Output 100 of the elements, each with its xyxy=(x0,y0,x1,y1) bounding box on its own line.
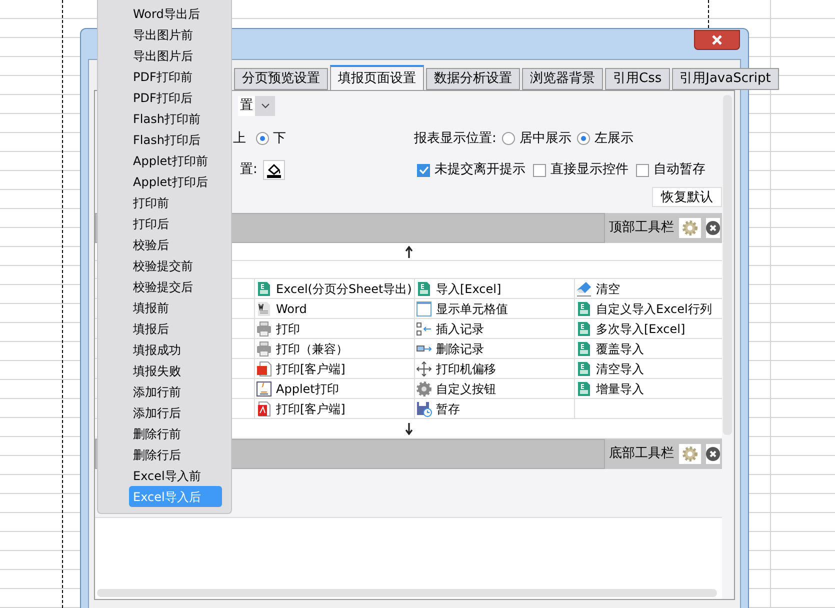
toolbar-option[interactable]: 导入[Excel] xyxy=(416,280,502,298)
top-toolbar-label: 顶部工具栏 xyxy=(609,219,674,238)
tab[interactable]: 浏览器背景 xyxy=(522,68,603,90)
menu-item[interactable]: 校验提交前 xyxy=(129,255,222,276)
fill-color-button[interactable] xyxy=(263,160,286,180)
toolbar-option[interactable]: Word xyxy=(256,300,307,318)
move-arrows-icon xyxy=(416,360,432,376)
menu-item[interactable]: 删除行后 xyxy=(129,444,222,465)
menu-item[interactable]: Applet打印后 xyxy=(129,171,222,192)
menu-item[interactable]: 填报失败 xyxy=(129,360,222,381)
radio-label: 上 xyxy=(233,130,246,148)
menu-item[interactable]: 打印后 xyxy=(129,213,222,234)
toolbar-option[interactable]: 打印（兼容） xyxy=(256,340,348,358)
remove-button[interactable] xyxy=(706,444,720,464)
checkbox-label: 自动暂存 xyxy=(653,161,706,180)
toolbar-option[interactable]: 覆盖导入 xyxy=(576,340,644,358)
radio-label: 下 xyxy=(273,130,286,148)
menu-item[interactable]: 填报后 xyxy=(129,318,222,339)
radio-button[interactable] xyxy=(577,132,590,145)
toolbar-option[interactable]: 自定义导入Excel行列 xyxy=(576,300,712,318)
toolbar-option[interactable]: Applet打印 xyxy=(256,380,339,398)
tab[interactable]: 填报页面设置 xyxy=(330,65,424,90)
checkbox[interactable] xyxy=(533,164,546,176)
close-icon xyxy=(706,221,720,235)
tab[interactable]: 数据分析设置 xyxy=(426,68,520,90)
close-icon xyxy=(706,447,720,461)
menu-item[interactable]: Word导出后 xyxy=(129,3,222,24)
radio-button[interactable] xyxy=(256,132,269,145)
menu-item[interactable]: 校验后 xyxy=(129,234,222,255)
settings-button[interactable] xyxy=(679,444,701,464)
radio-label: 左展示 xyxy=(594,130,634,148)
close-icon xyxy=(711,35,723,45)
radio-button[interactable] xyxy=(502,132,516,145)
close-button[interactable] xyxy=(694,30,740,50)
menu-item[interactable]: 填报成功 xyxy=(129,339,222,360)
menu-item[interactable]: 打印前 xyxy=(129,192,222,213)
flash-document-icon xyxy=(256,360,272,376)
toolbar-option[interactable]: 打印 xyxy=(256,320,300,338)
toolbar-option[interactable]: 打印[客户端] xyxy=(256,360,346,378)
menu-item[interactable]: Applet打印前 xyxy=(129,150,222,171)
spreadsheet-icon xyxy=(576,380,592,396)
toolbar-option[interactable]: 暂存 xyxy=(416,400,460,418)
toolbar-option[interactable]: 插入记录 xyxy=(416,320,484,338)
settings-icon xyxy=(682,220,698,236)
document-icon xyxy=(256,300,272,316)
menu-item[interactable]: 填报前 xyxy=(129,297,222,318)
paint-bucket-icon xyxy=(266,162,282,178)
menu-item[interactable]: Flash打印后 xyxy=(129,129,222,150)
tab[interactable]: 引用JavaScript xyxy=(672,68,779,90)
check-icon xyxy=(418,166,429,174)
menu-item[interactable]: 导出图片后 xyxy=(129,45,222,66)
arrow-down-icon xyxy=(404,422,412,434)
spreadsheet-icon xyxy=(256,280,272,296)
checkbox-label: 直接显示控件 xyxy=(550,161,628,180)
toolbar-option[interactable]: 自定义按钮 xyxy=(416,380,496,398)
report-position-label: 报表显示位置: xyxy=(414,130,496,148)
background-label: 置: xyxy=(240,161,258,180)
restore-default-button[interactable]: 恢复默认 xyxy=(652,187,722,207)
arrow-up-icon xyxy=(404,246,412,258)
spreadsheet-icon xyxy=(576,300,592,316)
save-clock-icon xyxy=(416,400,432,416)
spreadsheet-icon xyxy=(416,280,432,296)
spreadsheet-icon xyxy=(576,340,592,356)
menu-item[interactable]: 校验提交后 xyxy=(129,276,222,297)
toolbar-option[interactable]: 打印机偏移 xyxy=(416,360,496,378)
chevron-down-icon xyxy=(260,103,270,109)
toolbar-option[interactable]: 显示单元格值 xyxy=(416,300,508,318)
menu-item[interactable]: 删除行前 xyxy=(129,423,222,444)
menu-item[interactable]: Flash打印前 xyxy=(129,108,222,129)
checkbox-label: 未提交离开提示 xyxy=(434,161,526,180)
toolbar-option[interactable]: 删除记录 xyxy=(416,340,484,358)
menu-item[interactable]: 导出图片前 xyxy=(129,24,222,45)
settings-icon xyxy=(682,446,698,462)
menu-item[interactable]: 添加行后 xyxy=(129,402,222,423)
spreadsheet-icon xyxy=(576,320,592,336)
toolbar-option[interactable]: 清空 xyxy=(576,280,620,298)
bottom-toolbar-label: 底部工具栏 xyxy=(609,445,674,464)
spreadsheet-icon xyxy=(576,360,592,376)
remove-button[interactable] xyxy=(706,218,720,238)
toolbar-option[interactable]: 增量导入 xyxy=(576,380,644,398)
toolbar-option[interactable]: Excel(分页分Sheet导出) xyxy=(256,280,412,298)
settings-dropdown[interactable]: 置 xyxy=(238,96,275,116)
menu-item[interactable]: Excel导入前 xyxy=(129,465,222,486)
menu-item[interactable]: PDF打印后 xyxy=(129,87,222,108)
toolbar-option[interactable]: 打印[客户端] xyxy=(256,400,346,418)
pdf-document-icon xyxy=(256,400,272,416)
tab[interactable]: 引用Css xyxy=(605,68,670,90)
menu-item[interactable]: PDF打印前 xyxy=(129,66,222,87)
checkbox[interactable] xyxy=(417,164,430,176)
menu-item[interactable]: 添加行前 xyxy=(129,381,222,402)
settings-button[interactable] xyxy=(679,218,701,238)
radio-label: 居中展示 xyxy=(519,130,572,148)
vertical-scrollbar[interactable] xyxy=(723,95,732,435)
insert-row-icon xyxy=(416,320,432,336)
horizontal-scrollbar[interactable] xyxy=(97,589,717,597)
checkbox[interactable] xyxy=(636,164,650,176)
toolbar-option[interactable]: 多次导入[Excel] xyxy=(576,320,686,338)
toolbar-option[interactable]: 清空导入 xyxy=(576,360,644,378)
tab[interactable]: 分页预览设置 xyxy=(234,68,328,90)
cell-icon xyxy=(416,300,432,316)
